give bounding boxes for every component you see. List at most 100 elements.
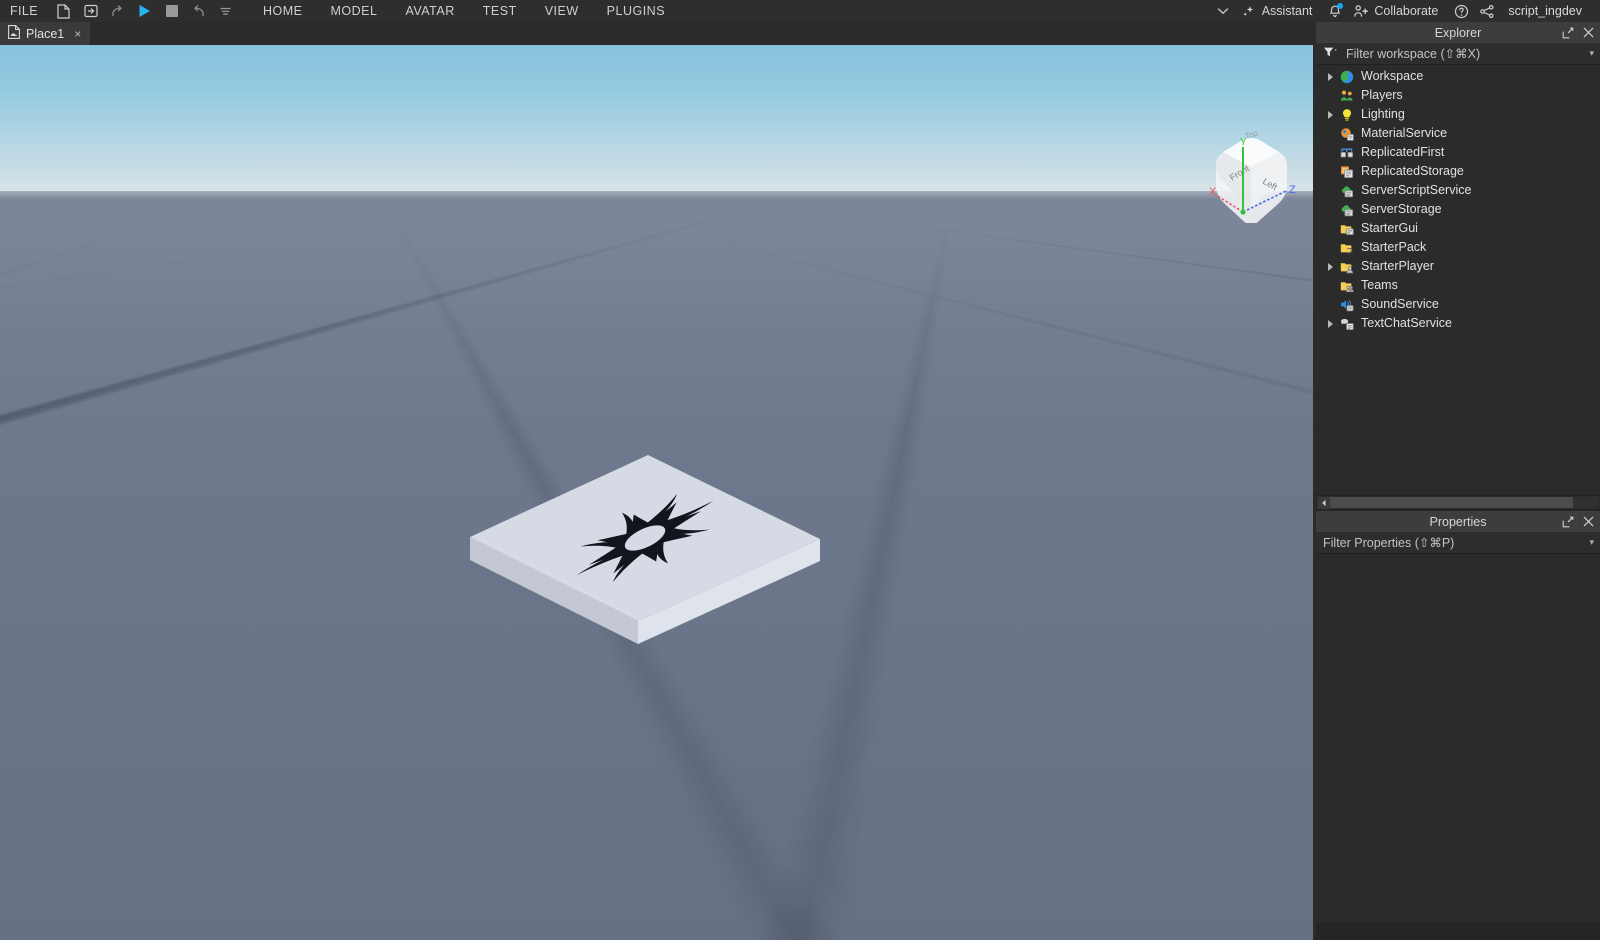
file-menu-button[interactable]: FILE (0, 0, 50, 22)
explorer-title: Explorer (1435, 26, 1482, 40)
viewport-3d[interactable]: Front Left Top X Y Z (0, 45, 1313, 940)
new-file-icon[interactable] (50, 0, 77, 22)
play-icon[interactable] (131, 0, 158, 22)
explorer-filter-row[interactable]: Filter workspace (⇧⌘X) ▾ (1316, 43, 1600, 65)
players-icon (1338, 88, 1356, 104)
explorer-item-starterpack[interactable]: StarterPack (1316, 238, 1600, 257)
lighting-icon (1338, 107, 1356, 123)
explorer-item-label: MaterialService (1361, 124, 1447, 143)
expand-arrow-icon[interactable] (1322, 314, 1338, 333)
topbar-right-group: Assistant Collaborate script_ingdev (1210, 0, 1600, 22)
explorer-filter-input[interactable]: Filter workspace (⇧⌘X) (1346, 46, 1589, 61)
place-tab[interactable]: Place1 × (0, 22, 90, 45)
collaborate-button[interactable]: Collaborate (1374, 0, 1448, 22)
close-icon[interactable] (1580, 24, 1597, 41)
text-chat-service-icon (1338, 316, 1356, 332)
explorer-item-textchatservice[interactable]: TextChatService (1316, 314, 1600, 333)
ribbon-tab-test[interactable]: TEST (469, 0, 531, 22)
selected-part-with-decal[interactable] (466, 451, 826, 651)
starter-player-icon (1338, 259, 1356, 275)
explorer-item-players[interactable]: Players (1316, 86, 1600, 105)
chevron-down-icon[interactable] (1210, 0, 1236, 22)
ribbon-tab-view[interactable]: VIEW (531, 0, 593, 22)
place-file-icon (8, 25, 20, 42)
properties-list[interactable] (1316, 554, 1600, 922)
explorer-item-label: Workspace (1361, 67, 1423, 86)
notification-dot (1337, 3, 1343, 9)
explorer-item-label: StarterPack (1361, 238, 1426, 257)
material-service-icon (1338, 126, 1356, 142)
explorer-item-starterplayer[interactable]: StarterPlayer (1316, 257, 1600, 276)
ribbon-tab-home[interactable]: HOME (249, 0, 317, 22)
ribbon-tab-plugins[interactable]: PLUGINS (593, 0, 679, 22)
explorer-item-label: ReplicatedStorage (1361, 162, 1464, 181)
replicated-first-icon (1338, 145, 1356, 161)
starter-gui-icon (1338, 221, 1356, 237)
scrollbar-thumb[interactable] (1330, 497, 1573, 508)
explorer-item-lighting[interactable]: Lighting (1316, 105, 1600, 124)
explorer-item-materialservice[interactable]: MaterialService (1316, 124, 1600, 143)
filter-funnel-icon (1323, 46, 1337, 61)
explorer-item-soundservice[interactable]: SoundService (1316, 295, 1600, 314)
chevron-down-icon[interactable]: ▾ (1589, 537, 1594, 548)
explorer-item-serverscriptservice[interactable]: ServerScriptService (1316, 181, 1600, 200)
right-dock: Explorer Filter workspace (⇧⌘X) ▾ Worksp… (1316, 22, 1600, 940)
server-script-service-icon (1338, 183, 1356, 199)
undo-icon[interactable] (185, 0, 212, 22)
explorer-item-teams[interactable]: Teams (1316, 276, 1600, 295)
explorer-panel-header: Explorer (1316, 22, 1600, 43)
expand-arrow-icon[interactable] (1322, 105, 1338, 124)
collaborate-icon[interactable] (1348, 0, 1374, 22)
help-icon[interactable] (1448, 0, 1474, 22)
open-file-icon[interactable] (77, 0, 104, 22)
explorer-item-label: Players (1361, 86, 1403, 105)
overflow-chevron-icon[interactable] (212, 0, 239, 22)
place-tab-label: Place1 (26, 27, 64, 41)
explorer-item-replicatedstorage[interactable]: ReplicatedStorage (1316, 162, 1600, 181)
explorer-item-workspace[interactable]: Workspace (1316, 67, 1600, 86)
close-icon[interactable] (1580, 513, 1597, 530)
expand-arrow-icon[interactable] (1322, 67, 1338, 86)
properties-panel-header: Properties (1316, 511, 1600, 532)
chevron-down-icon[interactable]: ▾ (1589, 48, 1594, 59)
properties-filter-input[interactable]: Filter Properties (⇧⌘P) (1323, 535, 1589, 550)
ribbon-tab-avatar[interactable]: AVATAR (391, 0, 468, 22)
view-cube-gizmo[interactable]: Front Left Top X Y Z (1196, 123, 1304, 223)
assistant-sparkle-icon[interactable] (1236, 0, 1262, 22)
replicated-storage-icon (1338, 164, 1356, 180)
scroll-left-arrow-icon[interactable] (1318, 497, 1330, 509)
popout-icon[interactable] (1559, 513, 1576, 530)
explorer-item-label: TextChatService (1361, 314, 1452, 333)
viewcube-axis-y: Y (1240, 137, 1247, 148)
share-icon[interactable] (1474, 0, 1500, 22)
close-icon[interactable]: × (74, 27, 81, 41)
explorer-item-label: SoundService (1361, 295, 1439, 314)
explorer-horizontal-scrollbar[interactable] (1316, 495, 1600, 509)
notification-bell-icon[interactable] (1322, 0, 1348, 22)
explorer-item-label: ServerScriptService (1361, 181, 1471, 200)
explorer-item-startergui[interactable]: StarterGui (1316, 219, 1600, 238)
redo-icon[interactable] (104, 0, 131, 22)
explorer-item-label: Lighting (1361, 105, 1405, 124)
assistant-button[interactable]: Assistant (1262, 0, 1323, 22)
username-label[interactable]: script_ingdev (1500, 4, 1594, 18)
viewcube-axis-z: Z (1289, 184, 1296, 196)
explorer-item-label: ServerStorage (1361, 200, 1442, 219)
scrollbar-track[interactable] (1330, 497, 1598, 508)
popout-icon[interactable] (1559, 24, 1576, 41)
starter-pack-icon (1338, 240, 1356, 256)
ribbon-tab-model[interactable]: MODEL (317, 0, 392, 22)
properties-title: Properties (1430, 515, 1487, 529)
explorer-item-replicatedfirst[interactable]: ReplicatedFirst (1316, 143, 1600, 162)
explorer-tree[interactable]: Workspace Players Lighting MaterialServi… (1316, 65, 1600, 495)
sky-background (0, 45, 1313, 191)
stop-icon[interactable] (158, 0, 185, 22)
expand-arrow-icon[interactable] (1322, 257, 1338, 276)
quick-access-toolbar (50, 0, 239, 22)
teams-icon (1338, 278, 1356, 294)
explorer-item-label: Teams (1361, 276, 1398, 295)
properties-filter-row[interactable]: Filter Properties (⇧⌘P) ▾ (1316, 532, 1600, 554)
studio-window: FILE HOME MODEL AVATAR TEST VIEW PLUGINS… (0, 0, 1600, 940)
explorer-item-serverstorage[interactable]: ServerStorage (1316, 200, 1600, 219)
server-storage-icon (1338, 202, 1356, 218)
